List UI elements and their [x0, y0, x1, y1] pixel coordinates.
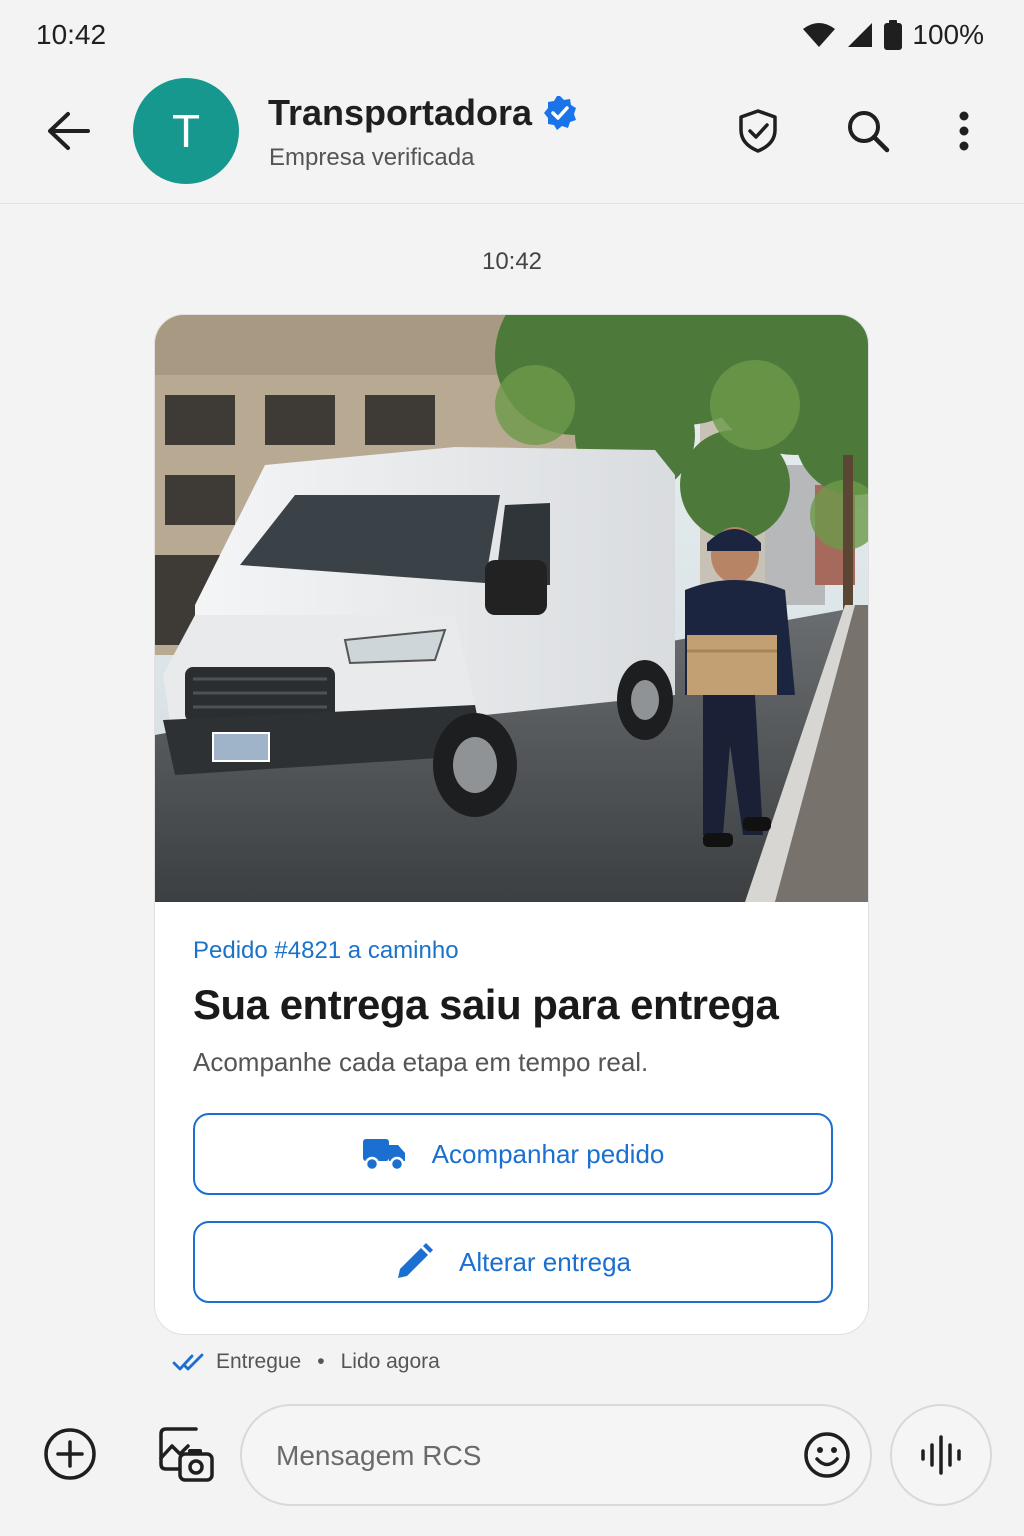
receipt-separator: •	[317, 1350, 325, 1373]
delivery-van-photo[interactable]	[155, 315, 869, 902]
track-order-button[interactable]: Acompanhar pedido	[193, 1113, 833, 1195]
card-description: Acompanhe cada etapa em tempo real.	[193, 1047, 649, 1077]
avatar-letter: T	[171, 105, 201, 157]
change-delivery-label: Alterar entrega	[459, 1246, 631, 1277]
shield-check-icon	[739, 109, 777, 153]
receipt-read: Lido agora	[340, 1350, 440, 1373]
voice-icon	[921, 1435, 961, 1475]
status-icons: 100%	[802, 19, 984, 51]
change-delivery-button[interactable]: Alterar entrega	[193, 1221, 833, 1303]
track-order-label: Acompanhar pedido	[431, 1138, 665, 1169]
search-button[interactable]	[844, 106, 892, 156]
delivery-receipt: Entregue • Lido agora	[172, 1350, 440, 1374]
wifi-icon	[802, 21, 836, 49]
security-button[interactable]	[734, 106, 782, 156]
conversation-header: T Transportadora Empresa verificada	[0, 70, 1024, 204]
back-arrow-icon	[48, 112, 90, 150]
rich-card[interactable]: Pedido #4821 a caminho Sua entrega saiu …	[154, 314, 869, 1335]
search-icon	[848, 111, 890, 153]
more-vert-icon	[959, 111, 969, 151]
message-composer	[240, 1404, 872, 1506]
emoji-button[interactable]	[802, 1430, 852, 1480]
add-circle-icon	[44, 1428, 96, 1480]
contact-name[interactable]: Transportadora	[268, 92, 578, 134]
emoji-icon	[804, 1432, 850, 1478]
status-bar: 10:42 100%	[0, 0, 1024, 70]
pencil-icon	[398, 1243, 433, 1278]
gallery-icon	[159, 1427, 214, 1482]
card-eyebrow: Pedido #4821 a caminho	[193, 937, 459, 964]
add-attachment-button[interactable]	[42, 1426, 98, 1482]
battery-icon	[884, 20, 903, 50]
voice-message-button[interactable]	[890, 1404, 992, 1506]
battery-level: 100%	[912, 19, 984, 50]
more-options-button[interactable]	[940, 106, 988, 156]
verified-badge-icon	[544, 96, 577, 130]
status-time: 10:42	[36, 19, 107, 50]
card-title: Sua entrega saiu para entrega	[193, 981, 779, 1028]
signal-icon	[846, 21, 874, 49]
receipt-status: Entregue	[216, 1350, 302, 1373]
double-check-icon	[172, 1353, 204, 1371]
gallery-button[interactable]	[156, 1424, 216, 1484]
avatar[interactable]: T	[133, 78, 239, 184]
contact-subtitle: Empresa verificada	[269, 144, 475, 171]
conversation-timestamp: 10:42	[481, 248, 543, 275]
truck-icon	[362, 1139, 405, 1171]
message-input[interactable]	[276, 1428, 776, 1484]
back-button[interactable]	[40, 108, 96, 154]
contact-name-text: Transportadora	[268, 92, 533, 133]
card-body: Pedido #4821 a caminho Sua entrega saiu …	[193, 937, 833, 1078]
